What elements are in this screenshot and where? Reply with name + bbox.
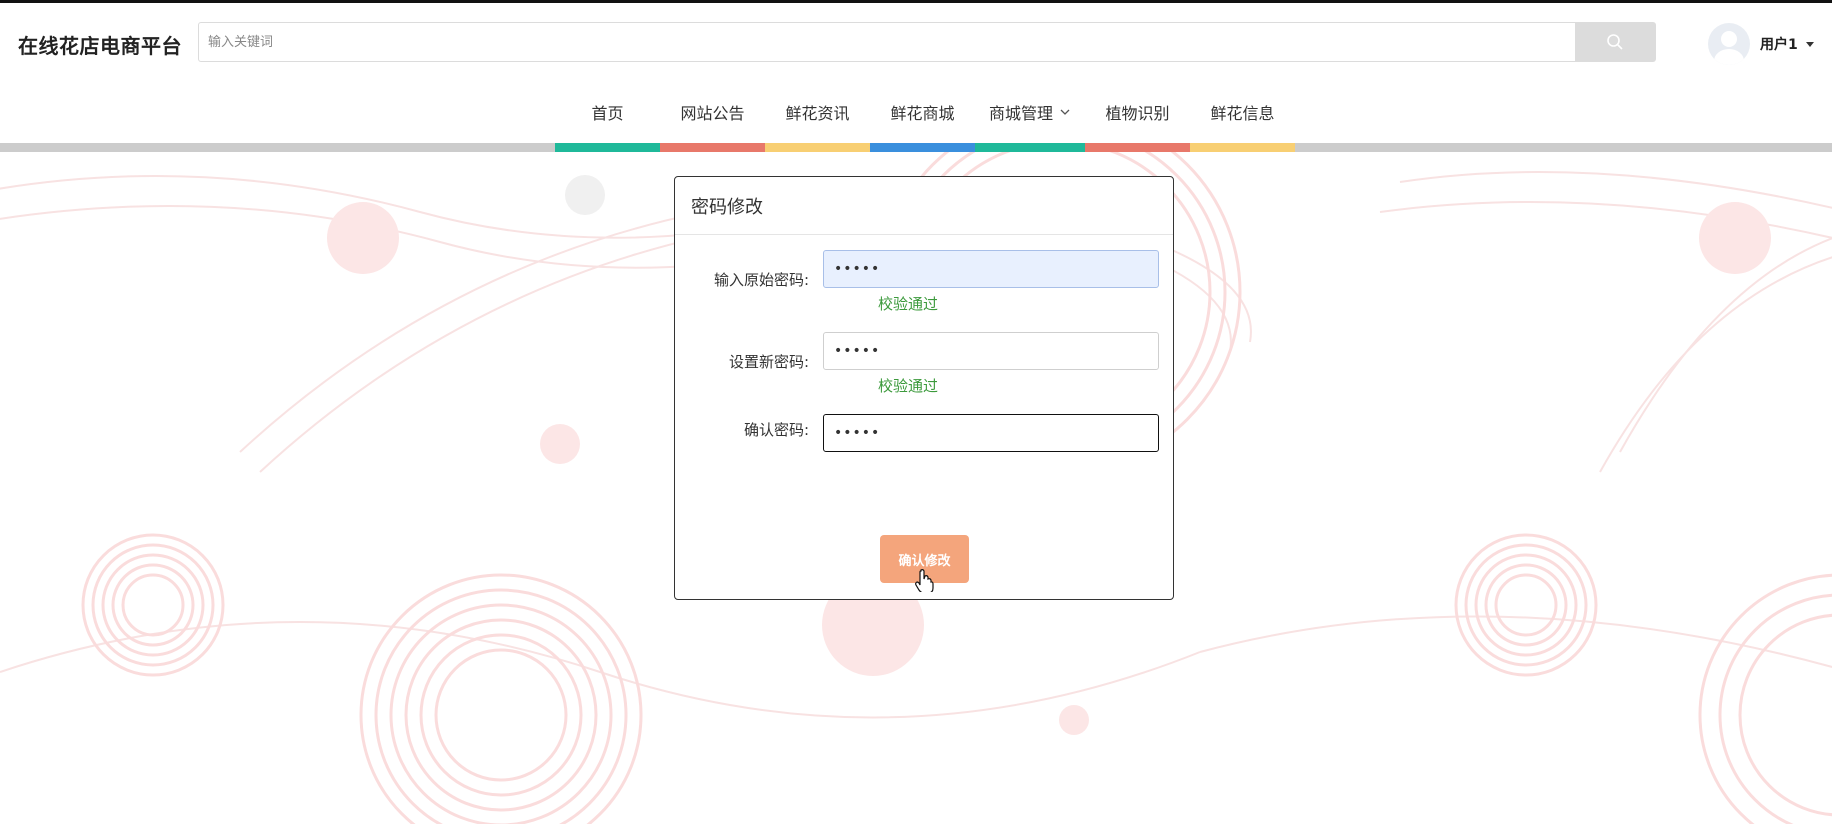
search-button[interactable]	[1575, 23, 1655, 61]
password-change-panel: 密码修改 输入原始密码: ••••• 校验通过 设置新密码: ••••• 校验通…	[674, 176, 1174, 600]
original-password-label: 输入原始密码:	[713, 271, 809, 289]
new-password-input[interactable]: •••••	[823, 332, 1159, 370]
nav-color-segment	[1190, 143, 1295, 152]
nav-color-segment	[1085, 143, 1190, 152]
nav-item-flower-info[interactable]: 鲜花信息	[1190, 81, 1295, 143]
new-password-label: 设置新密码:	[728, 353, 809, 371]
search-bar	[198, 22, 1656, 62]
original-password-input[interactable]: •••••	[823, 250, 1159, 288]
user-menu[interactable]: 用户1	[1708, 23, 1814, 65]
nav-item-home[interactable]: 首页	[555, 81, 660, 143]
nav-color-segment	[555, 143, 660, 152]
nav-color-segment	[975, 143, 1085, 152]
site-brand[interactable]: 在线花店电商平台	[18, 30, 182, 59]
nav-label: 商城管理	[988, 104, 1053, 123]
header: 在线花店电商平台 用户1	[0, 3, 1832, 81]
nav-color-segment	[660, 143, 765, 152]
nav-label: 鲜花资讯	[785, 104, 850, 123]
search-input[interactable]	[199, 23, 1577, 61]
nav-label: 首页	[591, 104, 624, 123]
nav-item-plant-identify[interactable]: 植物识别	[1085, 81, 1190, 143]
nav-item-mall-management[interactable]: 商城管理	[975, 81, 1085, 143]
nav-color-segment	[765, 143, 870, 152]
nav-item-flower-mall[interactable]: 鲜花商城	[870, 81, 975, 143]
search-icon	[1607, 34, 1623, 50]
nav-label: 鲜花商城	[890, 104, 955, 123]
main-nav: 首页 网站公告 鲜花资讯 鲜花商城 商城管理 植物识别 鲜花信息	[0, 81, 1832, 143]
nav-item-flower-news[interactable]: 鲜花资讯	[765, 81, 870, 143]
nav-label: 植物识别	[1105, 104, 1170, 123]
caret-down-icon[interactable]	[1805, 41, 1814, 47]
nav-label: 网站公告	[680, 104, 745, 123]
original-password-validation: 校验通过	[878, 295, 939, 313]
nav-label: 鲜花信息	[1210, 104, 1275, 123]
confirm-password-label: 确认密码:	[743, 421, 809, 439]
new-password-validation: 校验通过	[878, 377, 939, 395]
hand-pointer-icon	[915, 569, 934, 592]
avatar[interactable]	[1708, 23, 1750, 65]
nav-color-segment	[870, 143, 975, 152]
confirm-password-input[interactable]: •••••	[823, 414, 1159, 452]
chevron-down-icon	[1060, 109, 1070, 115]
panel-title: 密码修改	[675, 177, 1173, 235]
username[interactable]: 用户1	[1760, 34, 1798, 54]
nav-item-announcements[interactable]: 网站公告	[660, 81, 765, 143]
